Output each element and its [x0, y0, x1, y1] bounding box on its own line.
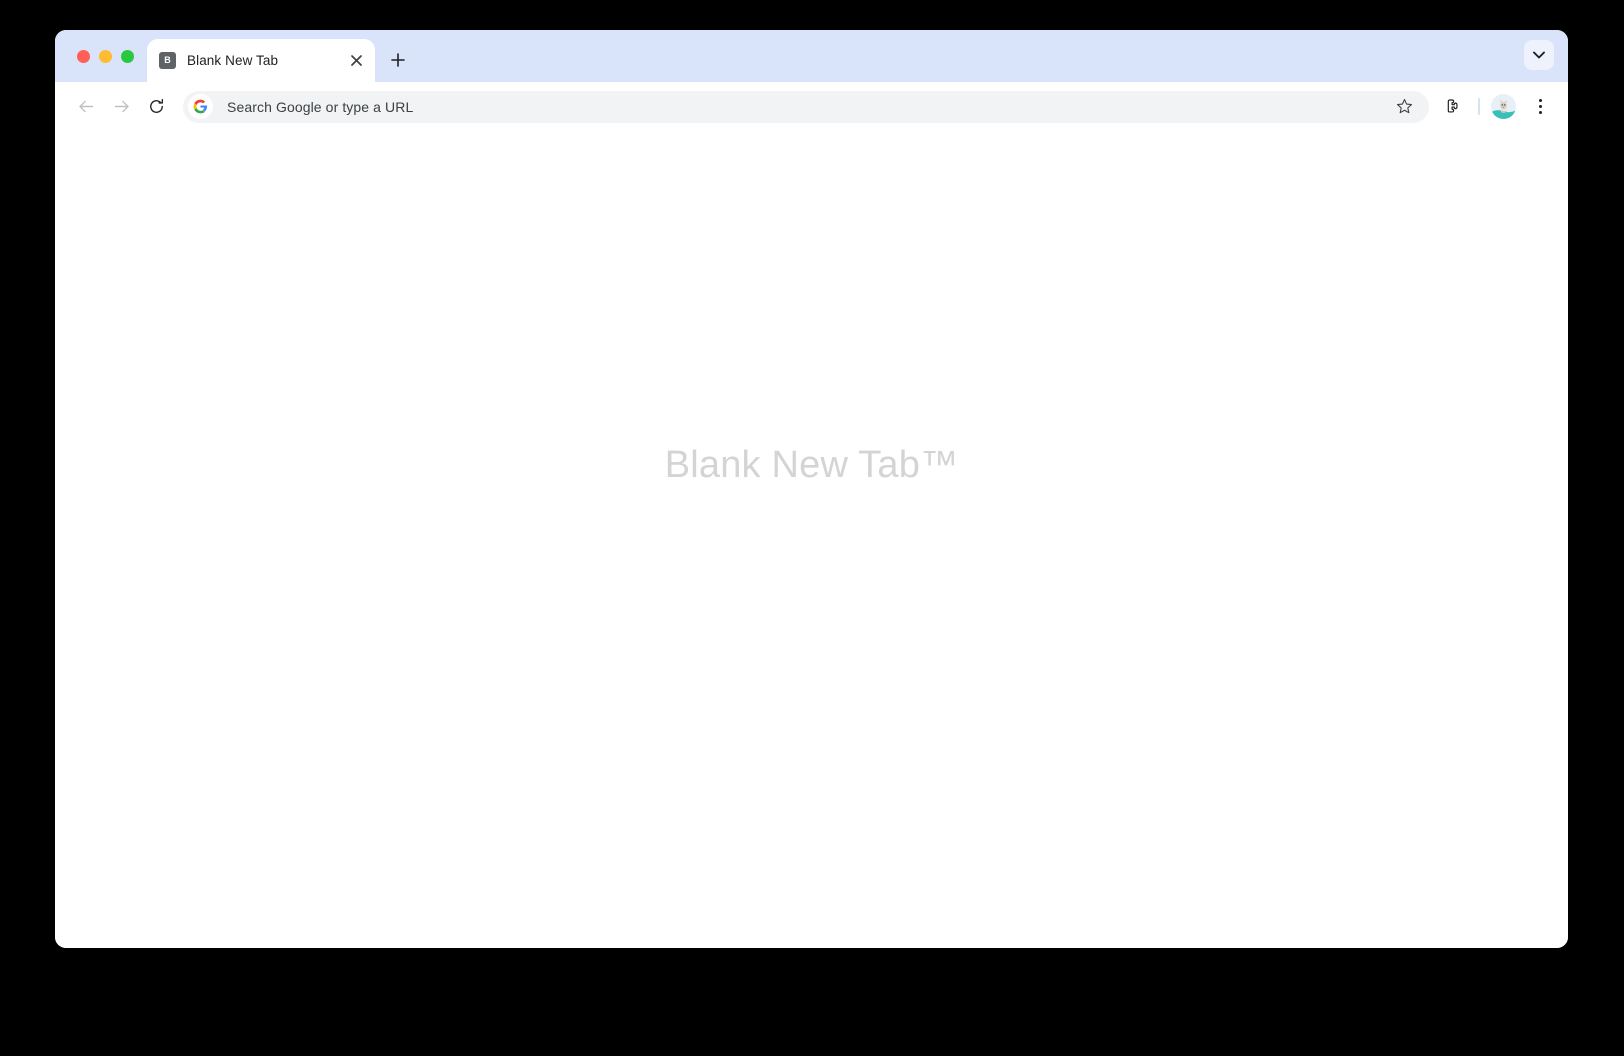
google-g-icon	[188, 94, 213, 119]
browser-window: B Blank New Tab Search Google or type a …	[55, 30, 1568, 948]
omnibox-placeholder-text: Search Google or type a URL	[227, 98, 414, 115]
close-tab-icon[interactable]	[345, 50, 367, 72]
forward-arrow-icon[interactable]	[106, 92, 136, 122]
menu-dot	[1538, 111, 1542, 114]
extensions-puzzle-icon[interactable]	[1437, 92, 1467, 122]
browser-toolbar: Search Google or type a URL	[55, 82, 1568, 132]
browser-menu-icon[interactable]	[1526, 92, 1554, 122]
new-tab-icon[interactable]	[383, 45, 413, 75]
omnibox-address-bar[interactable]: Search Google or type a URL	[183, 90, 1429, 123]
tab-favicon-icon: B	[159, 52, 176, 69]
page-viewport: Blank New Tab™	[55, 132, 1568, 948]
tab-strip: B Blank New Tab	[55, 30, 1568, 82]
maximize-window-button[interactable]	[121, 49, 134, 63]
page-title: Blank New Tab™	[664, 444, 959, 486]
tab-title: Blank New Tab	[187, 53, 279, 68]
toolbar-divider	[1478, 98, 1480, 115]
back-arrow-icon[interactable]	[71, 92, 101, 122]
toolbar-right-actions	[1437, 92, 1554, 122]
browser-tab-active[interactable]: B Blank New Tab	[147, 39, 375, 82]
menu-dot	[1538, 105, 1542, 108]
tab-search-chevron-down-icon[interactable]	[1524, 40, 1554, 70]
minimize-window-button[interactable]	[99, 49, 112, 63]
window-controls	[55, 30, 147, 82]
close-window-button[interactable]	[77, 49, 90, 63]
menu-dot	[1538, 99, 1542, 102]
bookmark-star-icon[interactable]	[1391, 94, 1417, 120]
profile-avatar[interactable]	[1491, 94, 1516, 119]
reload-icon[interactable]	[141, 92, 171, 122]
